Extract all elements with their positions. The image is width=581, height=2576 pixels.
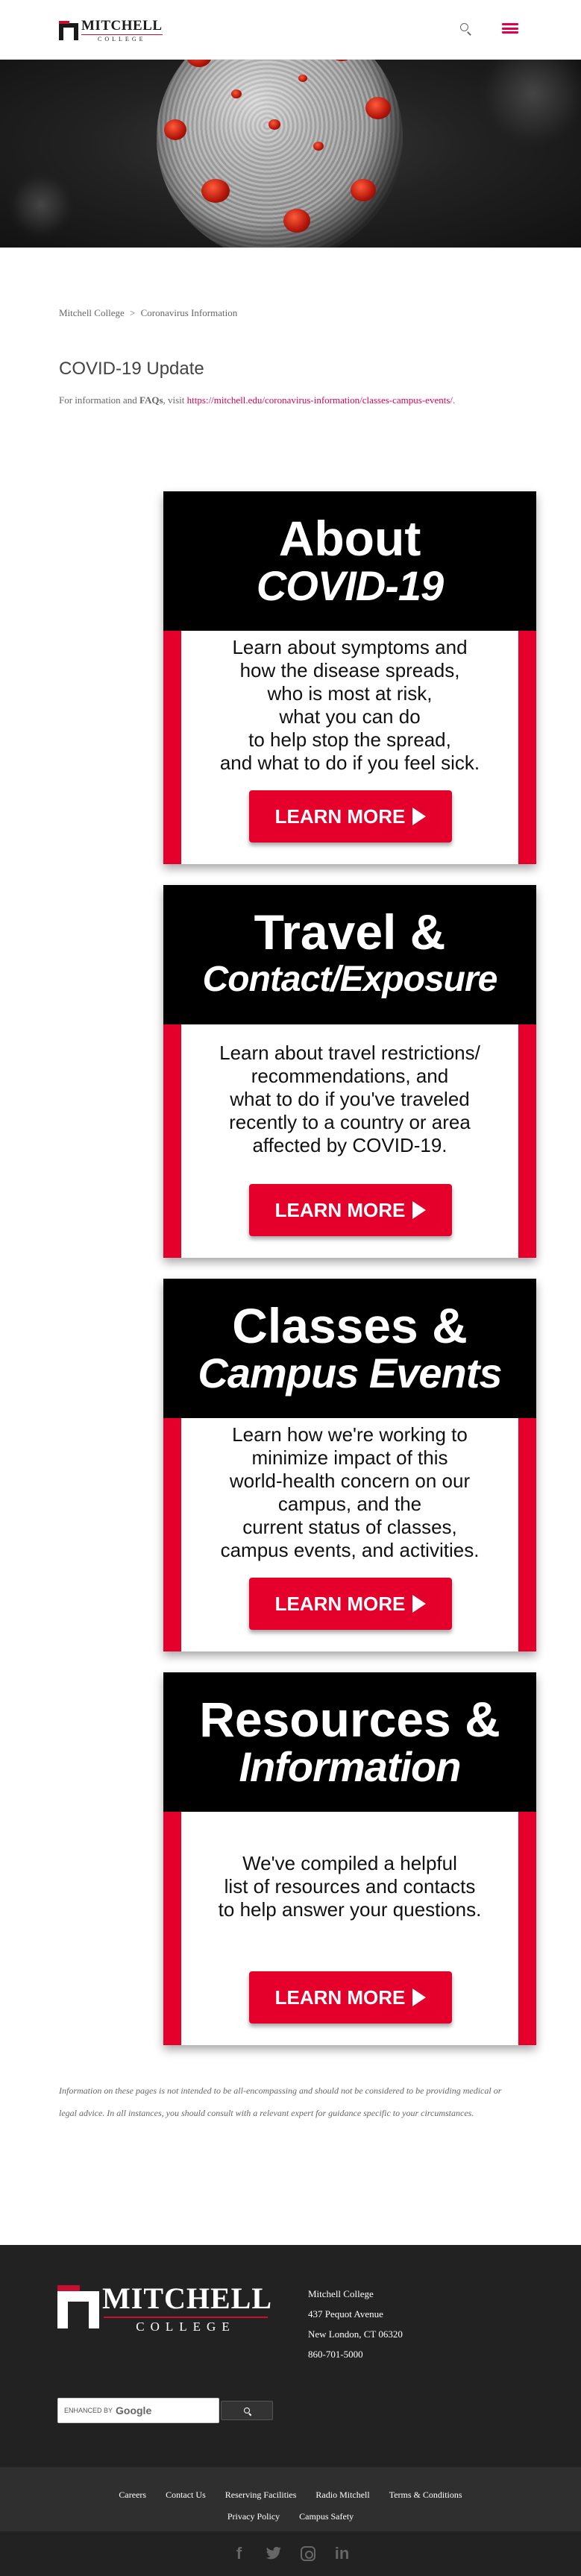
hamburger-menu-icon[interactable] — [502, 22, 518, 35]
logo-subtitle: COLLEGE — [98, 36, 146, 42]
play-arrow-icon — [412, 807, 427, 825]
logo-title: MITCHELL — [81, 18, 163, 34]
card-subtitle: Contact/Exposure — [202, 959, 498, 999]
footer-logo-subtitle: COLLEGE — [136, 2320, 236, 2334]
play-arrow-icon — [412, 1201, 427, 1219]
intro-text: For information and — [59, 394, 139, 406]
site-header: MITCHELL COLLEGE — [0, 0, 581, 60]
disclaimer: Information on these pages is not intend… — [59, 2085, 502, 2118]
address-city: New London, CT 06320 — [308, 2328, 403, 2340]
card-title: Travel & — [254, 904, 446, 960]
address-street: 437 Pequot Avenue — [308, 2308, 383, 2320]
main-content: Mitchell College > Coronavirus Informati… — [0, 307, 581, 2124]
card-title: Classes & — [232, 1297, 468, 1353]
social-links: f in — [0, 2531, 581, 2576]
card-subtitle: Information — [239, 1742, 462, 1790]
coronavirus-illustration — [157, 60, 403, 248]
info-cards: About COVID-19 Learn about symptoms and … — [59, 491, 536, 2045]
search-icon — [244, 2407, 250, 2413]
intro-link[interactable]: https://mitchell.edu/coronavirus-informa… — [187, 394, 453, 406]
intro-faqs: FAQs — [139, 394, 163, 406]
card-resources[interactable]: Resources & Information We've compiled a… — [163, 1672, 536, 2045]
footer-links: Careers Contact Us Reserving Facilities … — [0, 2467, 581, 2531]
footer-link-facilities[interactable]: Reserving Facilities — [225, 2490, 297, 2501]
breadcrumb-separator: > — [129, 307, 136, 318]
play-arrow-icon — [412, 1988, 427, 2006]
learn-more-label: LEARN MORE — [274, 804, 406, 828]
learn-more-label: LEARN MORE — [274, 1198, 406, 1221]
footer-logo-mark-icon — [57, 2285, 99, 2328]
instagram-icon[interactable] — [295, 2541, 321, 2566]
footer-link-radio[interactable]: Radio Mitchell — [315, 2490, 369, 2501]
card-description: We've compiled a helpful list of resourc… — [218, 1851, 482, 1921]
college-logo[interactable]: MITCHELL COLLEGE — [59, 19, 163, 42]
footer-logo-title: MITCHELL — [102, 2281, 273, 2315]
linkedin-icon[interactable]: in — [330, 2541, 355, 2566]
footer-search-input[interactable]: ENHANCED BY Google — [57, 2398, 219, 2423]
breadcrumb-current: Coronavirus Information — [140, 307, 238, 318]
footer-link-safety[interactable]: Campus Safety — [299, 2511, 354, 2522]
footer-link-privacy[interactable]: Privacy Policy — [227, 2511, 280, 2522]
page-title: COVID-19 Update — [59, 359, 204, 379]
footer-logo[interactable]: MITCHELL COLLEGE — [57, 2281, 273, 2334]
facebook-icon[interactable]: f — [227, 2541, 252, 2566]
footer-search: ENHANCED BY Google — [57, 2398, 274, 2423]
site-footer: MITCHELL COLLEGE Mitchell College 437 Pe… — [0, 2245, 581, 2576]
breadcrumb: Mitchell College > Coronavirus Informati… — [59, 307, 522, 319]
intro-end: . — [453, 394, 456, 406]
hero-image — [0, 60, 581, 248]
intro-text-2: , visit — [163, 394, 187, 406]
card-description: Learn how we're working to minimize impa… — [220, 1423, 480, 1561]
card-classes-events[interactable]: Classes & Campus Events Learn how we're … — [163, 1279, 536, 1651]
learn-more-button[interactable]: LEARN MORE — [249, 1578, 452, 1630]
search-enhanced-label: ENHANCED BY — [64, 2407, 113, 2414]
learn-more-button[interactable]: LEARN MORE — [249, 1971, 452, 2024]
google-brand: Google — [116, 2405, 152, 2416]
breadcrumb-home[interactable]: Mitchell College — [59, 307, 125, 318]
card-description: Learn about symptoms and how the disease… — [219, 636, 480, 774]
footer-link-careers[interactable]: Careers — [119, 2490, 146, 2501]
address-name: Mitchell College — [308, 2288, 374, 2299]
card-title: Resources & — [199, 1691, 500, 1747]
twitter-icon[interactable] — [261, 2541, 286, 2566]
intro-paragraph: For information and FAQs, visit https://… — [59, 390, 521, 410]
learn-more-label: LEARN MORE — [274, 1592, 406, 1615]
learn-more-label: LEARN MORE — [274, 1985, 406, 2009]
address-phone[interactable]: 860-701-5000 — [308, 2344, 403, 2364]
card-title: About — [278, 510, 421, 566]
footer-link-contact[interactable]: Contact Us — [166, 2490, 206, 2501]
card-about-covid[interactable]: About COVID-19 Learn about symptoms and … — [163, 491, 536, 864]
play-arrow-icon — [412, 1595, 427, 1613]
footer-address: Mitchell College 437 Pequot Avenue New L… — [308, 2284, 403, 2364]
search-icon[interactable] — [458, 21, 474, 37]
card-travel-contact[interactable]: Travel & Contact/Exposure Learn about tr… — [163, 885, 536, 1258]
learn-more-button[interactable]: LEARN MORE — [249, 790, 452, 843]
logo-mark-icon — [59, 21, 78, 40]
footer-search-button[interactable] — [221, 2401, 273, 2420]
card-subtitle: Campus Events — [198, 1349, 502, 1396]
card-subtitle: COVID-19 — [256, 561, 444, 609]
learn-more-button[interactable]: LEARN MORE — [249, 1184, 452, 1236]
footer-link-terms[interactable]: Terms & Conditions — [389, 2490, 462, 2501]
card-description: Learn about travel restrictions/ recomme… — [219, 1041, 480, 1156]
